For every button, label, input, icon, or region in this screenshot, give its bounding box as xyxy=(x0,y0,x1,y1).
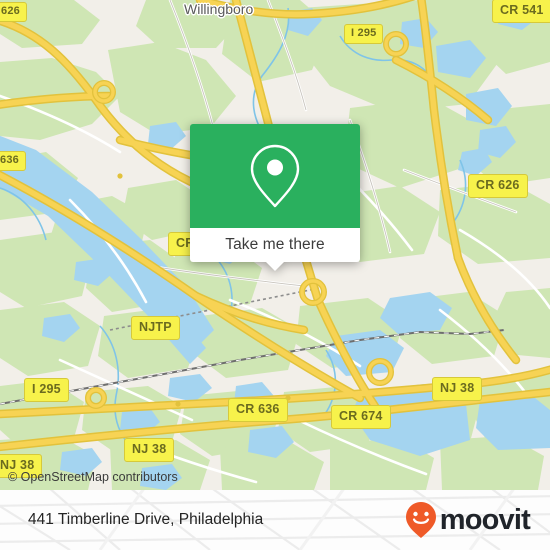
road-shield-cr636-s[interactable]: CR 636 xyxy=(228,398,288,422)
road-shield-i295-n[interactable]: I 295 xyxy=(344,24,384,44)
map-screenshot: Willingboro 626 I 295 CR 541 636 CR 626 … xyxy=(0,0,550,550)
moovit-brand[interactable]: moovit xyxy=(404,500,531,540)
map-pin-icon xyxy=(250,144,300,208)
address-label: 441 Timberline Drive, Philadelphia xyxy=(28,511,264,528)
road-shield-nj38-e[interactable]: NJ 38 xyxy=(432,377,483,401)
take-me-there-label: Take me there xyxy=(225,236,325,253)
road-shield-njtp[interactable]: NJTP xyxy=(131,316,180,340)
road-shield-cr626-e[interactable]: CR 626 xyxy=(468,174,528,198)
popup-action-bar[interactable]: Take me there xyxy=(190,228,360,271)
road-shield-cr541[interactable]: CR 541 xyxy=(492,0,550,23)
road-shield-i295-sw[interactable]: I 295 xyxy=(24,378,69,402)
osm-attribution[interactable]: © OpenStreetMap contributors xyxy=(8,470,178,484)
location-popup-card[interactable]: Take me there xyxy=(190,124,360,271)
place-label-willingboro: Willingboro xyxy=(184,1,254,17)
popup-header xyxy=(190,124,360,228)
road-shield-cr674[interactable]: CR 674 xyxy=(331,405,391,429)
footer-bar: 441 Timberline Drive, Philadelphia moovi… xyxy=(0,490,550,550)
popup-tail xyxy=(266,262,284,271)
road-shield-nj38-c[interactable]: NJ 38 xyxy=(124,438,175,462)
road-shield-cr636-w[interactable]: 636 xyxy=(0,151,26,171)
road-shield-cr626-nw[interactable]: 626 xyxy=(0,2,27,22)
moovit-pin-smile-icon xyxy=(405,502,436,538)
moovit-wordmark: moovit xyxy=(439,503,531,536)
